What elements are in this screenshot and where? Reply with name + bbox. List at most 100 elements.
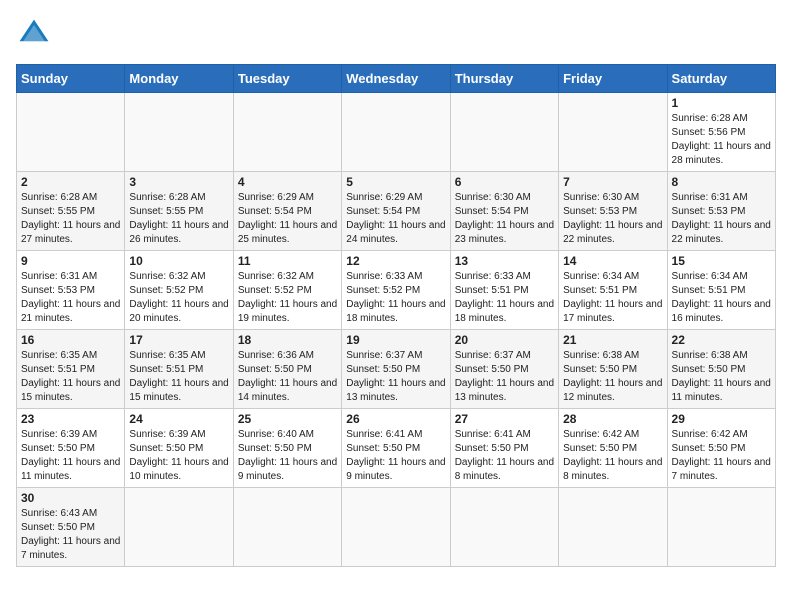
page-header <box>16 16 776 52</box>
day-info: Sunrise: 6:41 AM Sunset: 5:50 PM Dayligh… <box>455 428 554 484</box>
calendar-cell: 18Sunrise: 6:36 AM Sunset: 5:50 PM Dayli… <box>233 330 341 409</box>
calendar-cell: 21 Sunrise: 6:38 AM Sunset: 5:50 PM Dayli… <box>559 330 667 409</box>
calendar-week-row: 9Sunrise: 6:31 AM Sunset: 5:53 PM Daylig… <box>17 251 776 330</box>
weekday-header: Saturday <box>667 65 775 93</box>
calendar-cell: 30 Sunrise: 6:43 AM Sunset: 5:50 PM Dayli… <box>17 488 125 567</box>
calendar-cell: 8 Sunrise: 6:31 AM Sunset: 5:53 PM Daylig… <box>667 172 775 251</box>
calendar-cell: 7Sunrise: 6:30 AM Sunset: 5:53 PM Daylig… <box>559 172 667 251</box>
calendar-cell <box>233 93 341 172</box>
day-info: Sunrise: 6:28 AM Sunset: 5:55 PM Dayligh… <box>129 191 228 247</box>
calendar-cell: 17 Sunrise: 6:35 AM Sunset: 5:51 PM Dayli… <box>125 330 233 409</box>
day-info: Sunrise: 6:29 AM Sunset: 5:54 PM Dayligh… <box>238 191 337 247</box>
calendar-cell <box>125 93 233 172</box>
day-number: 17 <box>129 333 228 347</box>
calendar-cell: 22Sunrise: 6:38 AM Sunset: 5:50 PM Dayli… <box>667 330 775 409</box>
calendar-cell: 3Sunrise: 6:28 AM Sunset: 5:55 PM Daylig… <box>125 172 233 251</box>
day-info: Sunrise: 6:28 AM Sunset: 5:56 PM Dayligh… <box>672 112 771 168</box>
day-number: 30 <box>21 491 120 505</box>
day-info: Sunrise: 6:35 AM Sunset: 5:51 PM Dayligh… <box>21 349 120 405</box>
day-number: 7 <box>563 175 662 189</box>
day-number: 6 <box>455 175 554 189</box>
calendar-cell: 16 Sunrise: 6:35 AM Sunset: 5:51 PM Dayli… <box>17 330 125 409</box>
day-number: 14 <box>563 254 662 268</box>
day-info: Sunrise: 6:39 AM Sunset: 5:50 PM Dayligh… <box>129 428 228 484</box>
day-number: 1 <box>672 96 771 110</box>
day-info: Sunrise: 6:31 AM Sunset: 5:53 PM Dayligh… <box>21 270 120 326</box>
calendar-cell: 1 Sunrise: 6:28 AM Sunset: 5:56 PM Daylig… <box>667 93 775 172</box>
calendar-cell: 23 Sunrise: 6:39 AM Sunset: 5:50 PM Dayli… <box>17 409 125 488</box>
day-number: 19 <box>346 333 445 347</box>
calendar-week-row: 16 Sunrise: 6:35 AM Sunset: 5:51 PM Dayli… <box>17 330 776 409</box>
day-info: Sunrise: 6:42 AM Sunset: 5:50 PM Dayligh… <box>672 428 771 484</box>
weekday-header: Tuesday <box>233 65 341 93</box>
calendar-cell: 19 Sunrise: 6:37 AM Sunset: 5:50 PM Dayli… <box>342 330 450 409</box>
logo <box>16 16 58 52</box>
day-info: Sunrise: 6:28 AM Sunset: 5:55 PM Dayligh… <box>21 191 120 247</box>
calendar-cell <box>559 93 667 172</box>
calendar-cell: 5 Sunrise: 6:29 AM Sunset: 5:54 PM Daylig… <box>342 172 450 251</box>
day-info: Sunrise: 6:38 AM Sunset: 5:50 PM Dayligh… <box>672 349 771 405</box>
day-number: 25 <box>238 412 337 426</box>
calendar-cell: 13 Sunrise: 6:33 AM Sunset: 5:51 PM Dayli… <box>450 251 558 330</box>
calendar-cell: 26 Sunrise: 6:41 AM Sunset: 5:50 PM Dayli… <box>342 409 450 488</box>
header-row: SundayMondayTuesdayWednesdayThursdayFrid… <box>17 65 776 93</box>
day-number: 26 <box>346 412 445 426</box>
calendar-cell: 20 Sunrise: 6:37 AM Sunset: 5:50 PM Dayli… <box>450 330 558 409</box>
day-info: Sunrise: 6:37 AM Sunset: 5:50 PM Dayligh… <box>455 349 554 405</box>
day-info: Sunrise: 6:31 AM Sunset: 5:53 PM Dayligh… <box>672 191 771 247</box>
day-info: Sunrise: 6:38 AM Sunset: 5:50 PM Dayligh… <box>563 349 662 405</box>
day-number: 8 <box>672 175 771 189</box>
calendar-cell <box>125 488 233 567</box>
day-number: 23 <box>21 412 120 426</box>
calendar-table: SundayMondayTuesdayWednesdayThursdayFrid… <box>16 64 776 567</box>
calendar-cell <box>450 93 558 172</box>
calendar-cell: 28 Sunrise: 6:42 AM Sunset: 5:50 PM Dayli… <box>559 409 667 488</box>
calendar-cell <box>17 93 125 172</box>
calendar-week-row: 23 Sunrise: 6:39 AM Sunset: 5:50 PM Dayli… <box>17 409 776 488</box>
weekday-header: Monday <box>125 65 233 93</box>
day-number: 11 <box>238 254 337 268</box>
calendar-week-row: 30 Sunrise: 6:43 AM Sunset: 5:50 PM Dayli… <box>17 488 776 567</box>
day-info: Sunrise: 6:37 AM Sunset: 5:50 PM Dayligh… <box>346 349 445 405</box>
weekday-header: Sunday <box>17 65 125 93</box>
weekday-header: Wednesday <box>342 65 450 93</box>
day-number: 21 <box>563 333 662 347</box>
day-number: 16 <box>21 333 120 347</box>
calendar-cell: 15Sunrise: 6:34 AM Sunset: 5:51 PM Dayli… <box>667 251 775 330</box>
calendar-cell <box>342 488 450 567</box>
calendar-body: 1 Sunrise: 6:28 AM Sunset: 5:56 PM Daylig… <box>17 93 776 567</box>
day-number: 20 <box>455 333 554 347</box>
calendar-week-row: 1 Sunrise: 6:28 AM Sunset: 5:56 PM Daylig… <box>17 93 776 172</box>
day-info: Sunrise: 6:36 AM Sunset: 5:50 PM Dayligh… <box>238 349 337 405</box>
calendar-cell: 11Sunrise: 6:32 AM Sunset: 5:52 PM Dayli… <box>233 251 341 330</box>
day-info: Sunrise: 6:34 AM Sunset: 5:51 PM Dayligh… <box>563 270 662 326</box>
calendar-cell: 14 Sunrise: 6:34 AM Sunset: 5:51 PM Dayli… <box>559 251 667 330</box>
day-info: Sunrise: 6:33 AM Sunset: 5:51 PM Dayligh… <box>455 270 554 326</box>
calendar-cell: 25Sunrise: 6:40 AM Sunset: 5:50 PM Dayli… <box>233 409 341 488</box>
calendar-cell: 2Sunrise: 6:28 AM Sunset: 5:55 PM Daylig… <box>17 172 125 251</box>
day-number: 13 <box>455 254 554 268</box>
calendar-cell <box>233 488 341 567</box>
day-number: 29 <box>672 412 771 426</box>
day-number: 27 <box>455 412 554 426</box>
day-number: 10 <box>129 254 228 268</box>
day-number: 15 <box>672 254 771 268</box>
day-info: Sunrise: 6:39 AM Sunset: 5:50 PM Dayligh… <box>21 428 120 484</box>
calendar-cell: 4Sunrise: 6:29 AM Sunset: 5:54 PM Daylig… <box>233 172 341 251</box>
day-number: 28 <box>563 412 662 426</box>
calendar-cell: 9Sunrise: 6:31 AM Sunset: 5:53 PM Daylig… <box>17 251 125 330</box>
calendar-cell <box>342 93 450 172</box>
day-info: Sunrise: 6:43 AM Sunset: 5:50 PM Dayligh… <box>21 507 120 563</box>
weekday-header: Friday <box>559 65 667 93</box>
calendar-cell: 24Sunrise: 6:39 AM Sunset: 5:50 PM Dayli… <box>125 409 233 488</box>
day-info: Sunrise: 6:41 AM Sunset: 5:50 PM Dayligh… <box>346 428 445 484</box>
day-info: Sunrise: 6:42 AM Sunset: 5:50 PM Dayligh… <box>563 428 662 484</box>
calendar-cell: 12Sunrise: 6:33 AM Sunset: 5:52 PM Dayli… <box>342 251 450 330</box>
day-info: Sunrise: 6:33 AM Sunset: 5:52 PM Dayligh… <box>346 270 445 326</box>
calendar-header: SundayMondayTuesdayWednesdayThursdayFrid… <box>17 65 776 93</box>
day-info: Sunrise: 6:29 AM Sunset: 5:54 PM Dayligh… <box>346 191 445 247</box>
calendar-cell: 27 Sunrise: 6:41 AM Sunset: 5:50 PM Dayli… <box>450 409 558 488</box>
calendar-cell: 10Sunrise: 6:32 AM Sunset: 5:52 PM Dayli… <box>125 251 233 330</box>
day-info: Sunrise: 6:35 AM Sunset: 5:51 PM Dayligh… <box>129 349 228 405</box>
day-number: 5 <box>346 175 445 189</box>
